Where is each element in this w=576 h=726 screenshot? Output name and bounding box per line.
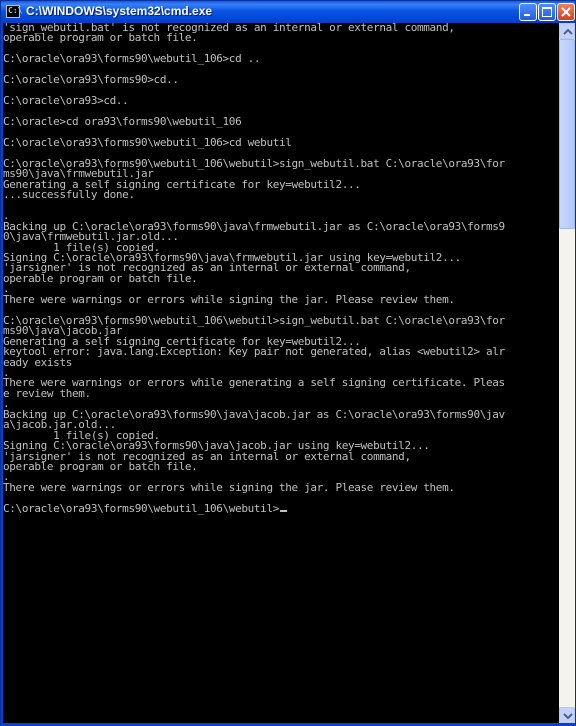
title-bar[interactable]: C:\ C:\WINDOWS\system32\cmd.exe <box>1 1 575 23</box>
scroll-down-button[interactable] <box>559 707 575 723</box>
arrow-down-icon <box>563 713 573 720</box>
maximize-button[interactable] <box>538 3 556 21</box>
cmd-icon: C:\ <box>6 5 22 18</box>
cmd-window: C:\ C:\WINDOWS\system32\cmd.exe 'sign_we… <box>0 0 576 726</box>
minimize-button[interactable] <box>519 3 537 21</box>
console-lines: 'sign_webutil.bat' is not recognized as … <box>3 23 505 515</box>
close-icon <box>561 7 571 17</box>
vertical-scrollbar[interactable] <box>559 23 575 723</box>
minimize-icon <box>524 14 530 16</box>
console-output[interactable]: 'sign_webutil.bat' is not recognized as … <box>3 23 559 723</box>
maximize-icon <box>542 7 552 17</box>
scroll-up-button[interactable] <box>559 23 575 39</box>
window-title: C:\WINDOWS\system32\cmd.exe <box>26 4 213 18</box>
arrow-up-icon <box>563 28 573 35</box>
scroll-thumb[interactable] <box>559 39 575 229</box>
console-text: 'sign_webutil.bat' is not recognized as … <box>3 23 505 514</box>
text-cursor <box>280 509 287 512</box>
close-button[interactable] <box>557 3 575 21</box>
